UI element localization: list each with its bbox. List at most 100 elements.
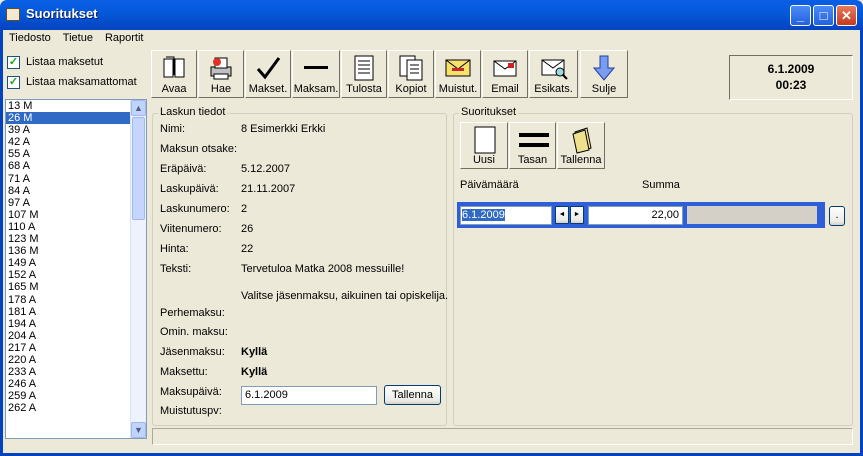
invoice-date-value: 21.11.2007 [241, 183, 296, 195]
due-date-label: Eräpäivä: [160, 163, 207, 175]
toolbar-open-label: Avaa [161, 83, 187, 95]
toolbar-unpaid-label: Maksam. [293, 83, 339, 95]
exact-payment-button[interactable]: Tasan [509, 122, 556, 169]
payment-date-save-button[interactable]: Tallenna [384, 385, 441, 405]
copies-icon [397, 54, 425, 82]
invoice-list-item[interactable]: 39 A [6, 124, 146, 136]
price-value: 22 [241, 243, 254, 255]
maximize-button[interactable]: □ [813, 5, 834, 26]
invoice-list-item[interactable]: 42 A [6, 136, 146, 148]
invoice-number-value: 2 [241, 203, 248, 215]
document-icon [350, 54, 378, 82]
close-button[interactable]: ✕ [836, 5, 857, 26]
invoice-list-item[interactable]: 110 A [6, 221, 146, 233]
text-value-line1: Tervetuloa Matka 2008 messuille! [241, 263, 405, 275]
date-prev-button[interactable]: ◄ [555, 206, 569, 224]
payment-row-more-button[interactable]: . [829, 206, 845, 226]
invoice-list-item[interactable]: 246 A [6, 378, 146, 390]
invoice-list-item[interactable]: 26 M [6, 112, 146, 125]
invoice-list[interactable]: 13 M 26 M 39 A 42 A 55 A 68 A 71 A 84 A 97 A 107 … [5, 99, 147, 439]
invoice-list-item[interactable]: 123 M [6, 233, 146, 245]
invoice-list-item[interactable]: 194 A [6, 318, 146, 330]
toolbar-print-label: Tulosta [346, 83, 382, 95]
save-page-icon [571, 126, 595, 157]
membership-fee-label: Jäsenmaksu: [160, 346, 225, 358]
equals-icon [519, 131, 549, 152]
toolbar-email-button[interactable]: Email [482, 50, 528, 98]
search-printer-icon [207, 54, 235, 82]
invoice-date-label: Laskupäivä: [160, 183, 219, 195]
save-payment-label: Tallenna [560, 154, 602, 166]
toolbar-preview-label: Esikats. [534, 83, 573, 95]
toolbar-preview-button[interactable]: Esikats. [529, 50, 578, 98]
new-payment-button[interactable]: Uusi [460, 122, 508, 169]
toolbar-open-button[interactable]: Avaa [151, 50, 197, 98]
menu-tiedosto[interactable]: Tiedosto [3, 30, 57, 48]
toolbar-paid-button[interactable]: Makset. [245, 50, 291, 98]
toolbar-reminder-button[interactable]: Muistut. [435, 50, 481, 98]
toolbar-unpaid-button[interactable]: Maksam. [292, 50, 340, 98]
invoice-list-item[interactable]: 136 M [6, 245, 146, 257]
text-label: Teksti: [160, 263, 192, 275]
invoice-list-item[interactable]: 220 A [6, 354, 146, 366]
scroll-thumb[interactable] [132, 117, 145, 220]
invoice-list-item[interactable]: 217 A [6, 342, 146, 354]
clock-date: 6.1.2009 [767, 62, 815, 76]
toolbar-search-label: Hae [210, 83, 232, 95]
app-book-icon [6, 8, 20, 21]
date-next-button[interactable]: ► [570, 206, 584, 224]
payment-row-sum-input[interactable]: 22,00 [588, 206, 683, 225]
payment-row-blank-cell [687, 206, 817, 224]
toolbar-print-button[interactable]: Tulosta [341, 50, 387, 98]
invoice-list-item[interactable]: 233 A [6, 366, 146, 378]
reminder-date-label: Muistutuspv: [160, 405, 222, 417]
toolbar-copies-button[interactable]: Kopiot [388, 50, 434, 98]
sum-column-header: Summa [642, 179, 680, 191]
invoice-list-item[interactable]: 259 A [6, 390, 146, 402]
invoice-list-item[interactable]: 204 A [6, 330, 146, 342]
payment-title-label: Maksun otsake: [160, 143, 238, 155]
payment-row-date-input[interactable]: 6.1.2009 [460, 206, 552, 225]
toolbar-email-label: Email [491, 83, 519, 95]
invoice-list-item[interactable]: 71 A [6, 173, 146, 185]
name-value: 8 Esimerkki Erkki [241, 123, 326, 135]
invoice-list-item[interactable]: 13 M [6, 100, 146, 112]
invoice-list-item[interactable]: 178 A [6, 294, 146, 306]
status-bar [152, 428, 853, 445]
menu-bar: Tiedosto Tietue Raportit [3, 30, 150, 48]
scroll-down-button[interactable]: ▼ [131, 422, 146, 438]
invoice-list-item[interactable]: 181 A [6, 306, 146, 318]
invoice-list-item[interactable]: 107 M [6, 209, 146, 221]
payment-date-input[interactable]: 6.1.2009 [241, 386, 377, 405]
window-title: Suoritukset [26, 6, 98, 21]
preview-icon [540, 54, 568, 82]
invoice-list-item[interactable]: 68 A [6, 160, 146, 172]
toolbar-close-button[interactable]: Sulje [580, 50, 628, 98]
invoice-number-label: Laskunumero: [160, 203, 230, 215]
show-unpaid-checkbox[interactable]: ✓ [7, 76, 20, 89]
toolbar-close-label: Sulje [591, 83, 617, 95]
open-book-icon [160, 54, 188, 82]
menu-tietue[interactable]: Tietue [57, 30, 99, 48]
invoice-list-item[interactable]: 149 A [6, 257, 146, 269]
minimize-button[interactable]: _ [790, 5, 811, 26]
invoice-list-item[interactable]: 55 A [6, 148, 146, 160]
invoice-list-item[interactable]: 97 A [6, 197, 146, 209]
invoice-list-item[interactable]: 84 A [6, 185, 146, 197]
show-paid-checkbox[interactable]: ✓ [7, 56, 20, 69]
invoice-list-item[interactable]: 152 A [6, 269, 146, 281]
menu-raportit[interactable]: Raportit [99, 30, 150, 48]
down-arrow-icon [590, 54, 618, 82]
save-payment-button[interactable]: Tallenna [557, 122, 605, 169]
new-payment-label: Uusi [472, 154, 495, 166]
paid-label: Maksettu: [160, 366, 208, 378]
invoice-list-item[interactable]: 165 M [6, 281, 146, 293]
title-bar[interactable]: Suoritukset _ □ ✕ [0, 0, 863, 30]
invoice-list-item[interactable]: 262 A [6, 402, 146, 414]
clock-panel: 6.1.2009 00:23 [729, 55, 853, 100]
scroll-up-button[interactable]: ▲ [131, 100, 146, 116]
list-scrollbar[interactable]: ▲ ▼ [130, 100, 146, 438]
payment-row-date-value: 6.1.2009 [462, 209, 505, 221]
toolbar-search-button[interactable]: Hae [198, 50, 244, 98]
show-unpaid-label: Listaa maksamattomat [26, 76, 137, 88]
